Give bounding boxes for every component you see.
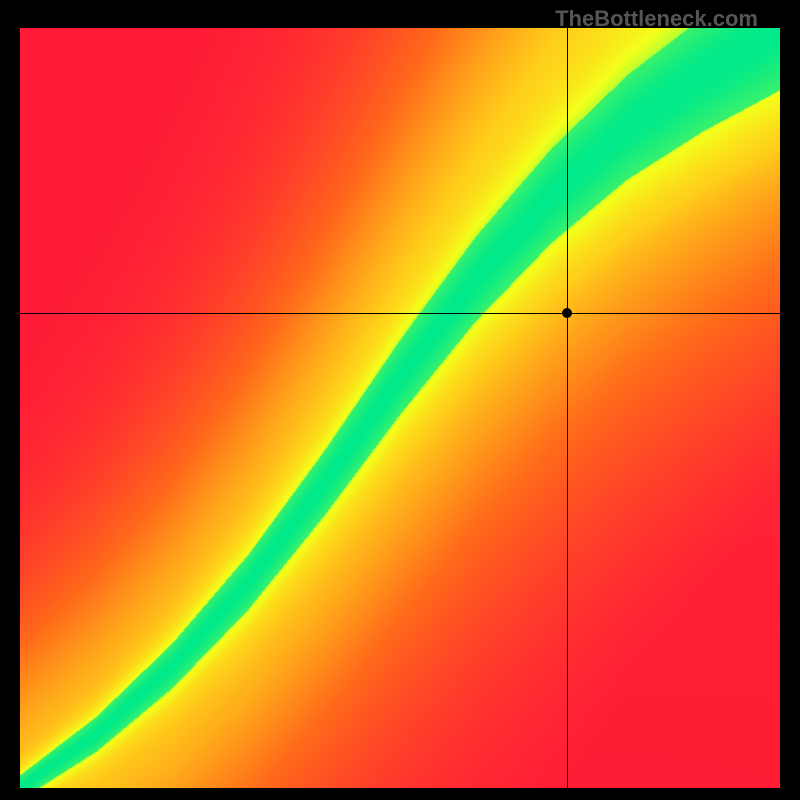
crosshair-vertical xyxy=(567,28,568,788)
watermark-text: TheBottleneck.com xyxy=(555,6,758,32)
crosshair-horizontal xyxy=(20,313,780,314)
crosshair-marker-dot xyxy=(562,308,572,318)
heatmap-frame xyxy=(20,28,780,788)
heatmap-canvas xyxy=(20,28,780,788)
